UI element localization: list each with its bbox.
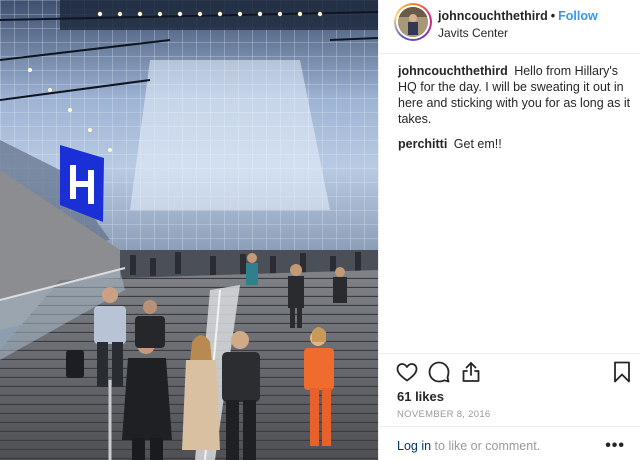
location-link[interactable]: Javits Center	[438, 26, 508, 40]
follow-button[interactable]: Follow	[558, 9, 598, 23]
divider	[379, 353, 640, 354]
more-options-icon[interactable]: •••	[605, 437, 625, 455]
comment-icon[interactable]	[427, 360, 451, 384]
login-link[interactable]: Log in	[397, 439, 431, 453]
comment-item: perchitti Get em!!	[398, 136, 634, 152]
separator-dot: •	[550, 9, 556, 23]
user-row: johncouchthethird • Follow	[438, 9, 598, 23]
share-icon[interactable]	[459, 360, 483, 384]
username-link[interactable]: johncouchthethird	[438, 9, 548, 23]
comment-username[interactable]: perchitti	[398, 137, 447, 151]
post-sidebar: johncouchthethird • Follow Javits Center j…	[378, 0, 640, 460]
action-bar	[395, 360, 635, 386]
heart-icon[interactable]	[395, 360, 419, 384]
bookmark-icon[interactable]	[610, 360, 634, 384]
comment-username[interactable]: johncouchthethird	[398, 64, 508, 78]
likes-count[interactable]: 61 likes	[397, 389, 444, 404]
avatar[interactable]	[394, 3, 432, 41]
login-prompt: Log in to like or comment.	[397, 439, 540, 453]
avatar-image	[398, 7, 428, 37]
comments-list: johncouchthethird Hello from Hillary's H…	[398, 63, 634, 161]
post-date: NOVEMBER 8, 2016	[397, 409, 491, 420]
javits-center-photo	[0, 0, 378, 460]
login-text: to like or comment.	[434, 439, 541, 453]
post-header: johncouchthethird • Follow Javits Center	[379, 0, 640, 54]
comment-text: Get em!!	[453, 137, 502, 151]
login-bar: Log in to like or comment. •••	[379, 426, 640, 460]
comment-caption: johncouchthethird Hello from Hillary's H…	[398, 63, 634, 127]
avatar-ring	[396, 5, 430, 39]
post-photo[interactable]	[0, 0, 378, 460]
